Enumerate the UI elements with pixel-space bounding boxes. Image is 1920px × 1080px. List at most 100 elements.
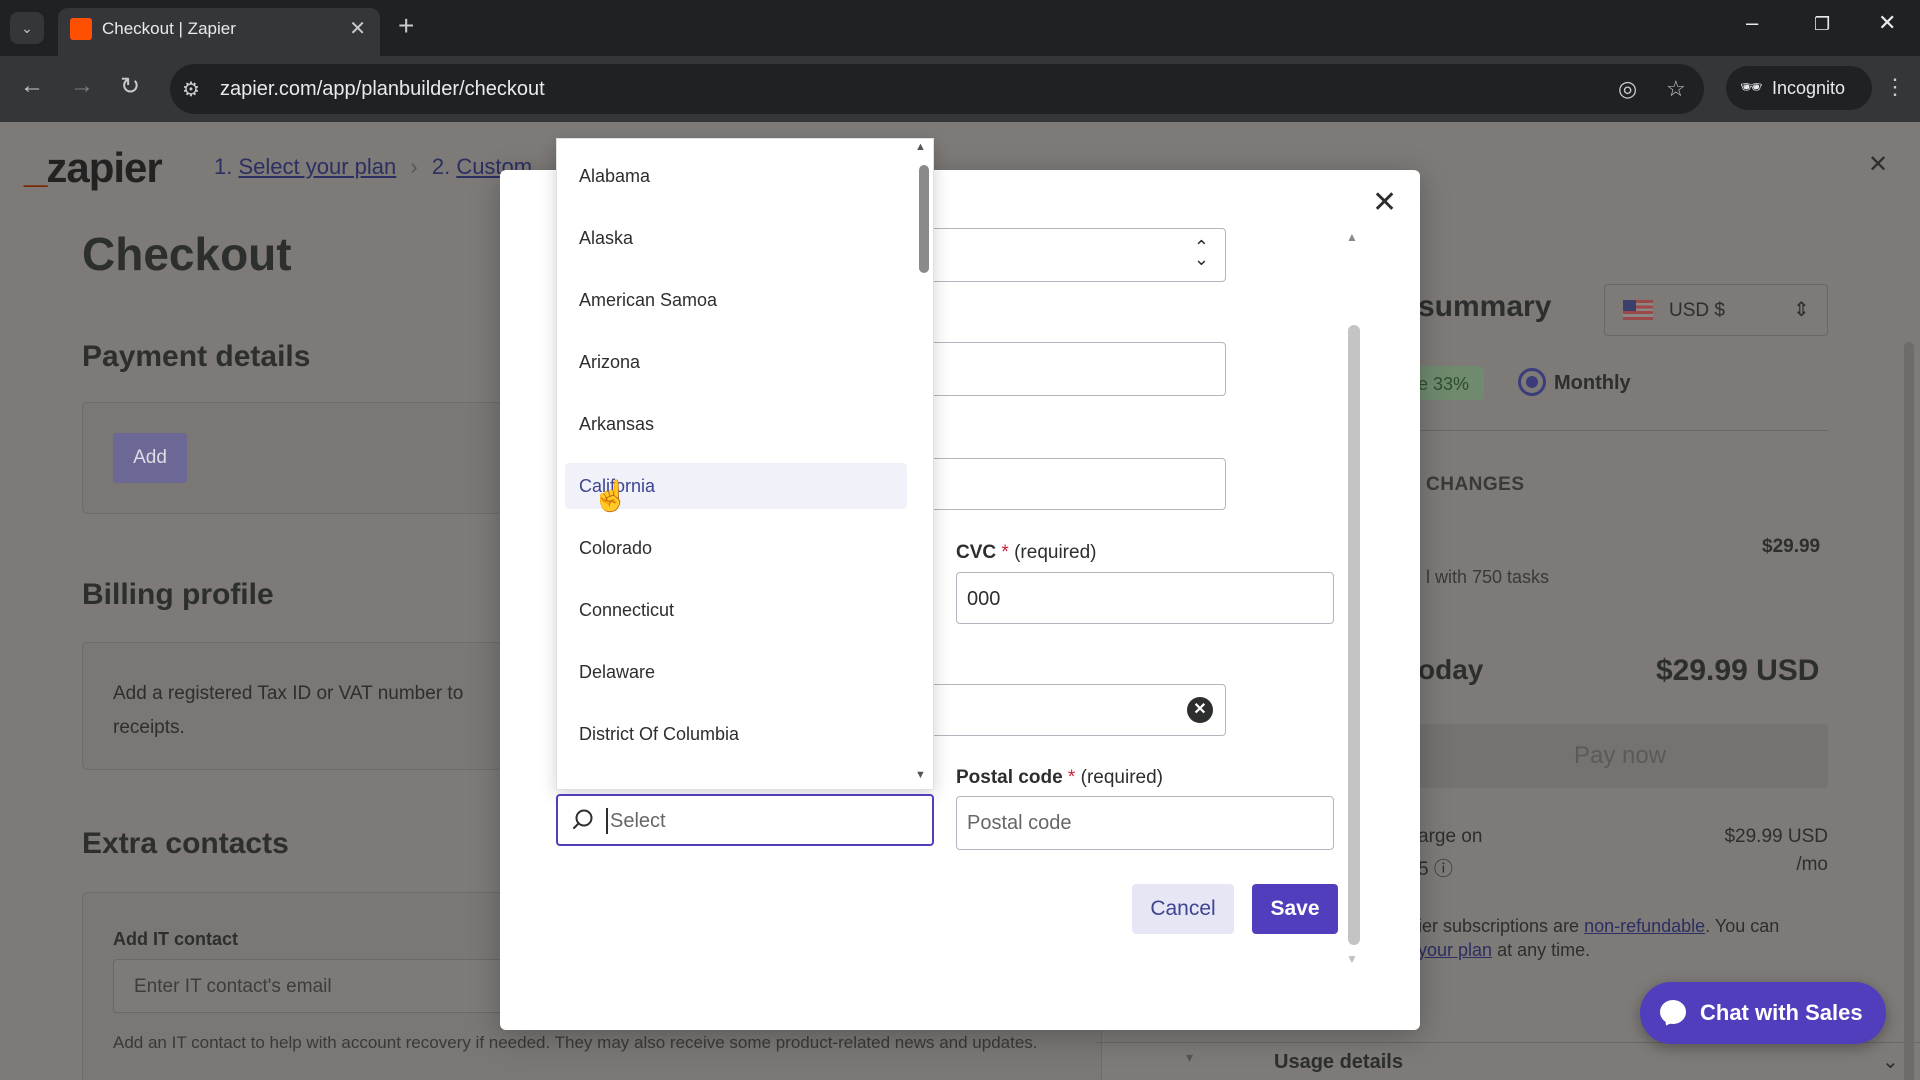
url-text[interactable]: zapier.com/app/planbuilder/checkout [220, 78, 545, 101]
modal-scrollbar[interactable] [1348, 325, 1360, 945]
incognito-label: Incognito [1772, 78, 1846, 98]
chevron-down-icon: ⌄ [1882, 1051, 1899, 1073]
usage-details-label: Usage details [1274, 1051, 1403, 1073]
option-alaska[interactable]: Alaska [565, 215, 907, 261]
option-delaware[interactable]: Delaware [565, 649, 907, 695]
next-charge-label: arge on [1418, 826, 1483, 847]
monthly-radio[interactable] [1518, 368, 1546, 396]
monthly-label[interactable]: Monthly [1554, 372, 1631, 395]
logo-underscore: _ [24, 144, 47, 191]
card-number-input[interactable] [890, 342, 1226, 396]
modal-close-icon[interactable]: ✕ [1372, 188, 1397, 218]
option-district-of-columbia[interactable]: District Of Columbia [565, 711, 907, 757]
due-today-label: oday [1418, 654, 1484, 685]
logo-text: zapier [46, 144, 162, 191]
extra-contacts-title: Extra contacts [82, 827, 289, 860]
page-scrollbar[interactable] [1904, 342, 1914, 1080]
page-close-icon[interactable]: ✕ [1868, 150, 1888, 179]
zapier-favicon-icon [70, 18, 92, 40]
cvc-label: CVC * (required) [956, 542, 1097, 563]
back-icon[interactable]: ← [20, 72, 44, 100]
browser-tab[interactable]: Checkout | Zapier ✕ [58, 8, 380, 56]
savings-badge: e 33% [1412, 366, 1484, 400]
scroll-down-icon[interactable]: ▼ [915, 769, 926, 781]
step-number: 1. [214, 154, 233, 179]
cancel-button[interactable]: Cancel [1132, 884, 1234, 934]
it-contact-email-input[interactable]: Enter IT contact's email [113, 959, 533, 1013]
state-dropdown-list: Alabama Alaska American Samoa Arizona Ar… [556, 138, 934, 790]
zapier-logo[interactable]: _zapier [24, 144, 163, 192]
incognito-badge[interactable]: 🕶 Incognito [1726, 66, 1872, 110]
site-info-icon[interactable]: ⚙ [182, 77, 200, 102]
scroll-down-icon[interactable]: ▼ [1346, 952, 1358, 966]
option-colorado[interactable]: Colorado [565, 525, 907, 571]
chat-bubble-icon [1660, 1000, 1686, 1029]
search-icon [573, 809, 593, 829]
currency-value: USD $ [1669, 300, 1725, 321]
dropdown-scrollbar[interactable] [919, 165, 929, 273]
save-button[interactable]: Save [1252, 884, 1338, 934]
refund-notice: ier subscriptions are non-refundable. Yo… [1418, 916, 1780, 960]
add-payment-button[interactable]: Add [113, 433, 187, 483]
pay-now-button[interactable]: Pay now [1412, 724, 1828, 788]
info-icon[interactable]: ⓘ [1434, 859, 1453, 880]
cvc-input[interactable]: 000 [956, 572, 1334, 624]
reload-icon[interactable]: ↻ [120, 72, 140, 101]
step-select-plan-link[interactable]: Select your plan [238, 154, 396, 179]
due-today-amount: $29.99 USD [1656, 654, 1820, 687]
option-arizona[interactable]: Arizona [565, 339, 907, 385]
address-bar[interactable]: ⚙ zapier.com/app/planbuilder/checkout ◎ … [170, 64, 1704, 114]
restore-icon[interactable]: ❐ [1814, 14, 1830, 35]
browser-tab-bar: ⌄ Checkout | Zapier ✕ + – ❐ ✕ [0, 0, 1920, 56]
chevron-updown-icon: ⌃ ⌄ [1193, 237, 1209, 269]
option-connecticut[interactable]: Connecticut [565, 587, 907, 633]
window-close-icon[interactable]: ✕ [1878, 10, 1896, 36]
state-field[interactable]: ✕ [890, 684, 1226, 736]
change-plan-link[interactable]: your plan [1418, 940, 1492, 960]
search-placeholder: Select [610, 810, 666, 832]
option-arkansas[interactable]: Arkansas [565, 401, 907, 447]
forward-icon[interactable]: → [70, 72, 94, 100]
browser-menu-icon[interactable]: ⋮ [1884, 74, 1906, 100]
country-select[interactable]: ⌃ ⌄ [890, 228, 1226, 282]
chevron-right-icon: › [410, 154, 418, 179]
next-charge-amount: $29.99 USD [1724, 826, 1828, 847]
state-search-input[interactable]: Select [556, 794, 934, 846]
next-charge-period: /mo [1796, 854, 1828, 875]
text-caret [606, 808, 608, 834]
eye-off-icon[interactable]: ◎ [1618, 76, 1637, 102]
plan-detail: l with 750 tasks [1426, 567, 1550, 587]
postal-code-input[interactable]: Postal code [956, 796, 1334, 850]
non-refundable-link[interactable]: non-refundable [1584, 916, 1705, 936]
us-flag-icon [1623, 300, 1653, 320]
usage-details-toggle[interactable]: ▾ Usage details ⌄ [1096, 1042, 1920, 1080]
billing-card: Add a registered Tax ID or VAT number to… [82, 642, 502, 770]
chat-label: Chat with Sales [1700, 1000, 1863, 1025]
billing-profile-title: Billing profile [82, 578, 274, 611]
billing-text: Add a registered Tax ID or VAT number to… [113, 683, 464, 738]
order-summary-title: summary [1418, 290, 1552, 323]
divider [1412, 430, 1828, 431]
minimize-icon[interactable]: – [1746, 10, 1758, 36]
tab-search-button[interactable]: ⌄ [10, 12, 44, 44]
plan-price: $29.99 [1762, 536, 1821, 557]
currency-select[interactable]: USD $ ⇕ [1604, 284, 1828, 336]
option-alabama[interactable]: Alabama [565, 153, 907, 199]
tab-close-icon[interactable]: ✕ [349, 16, 366, 41]
tab-title: Checkout | Zapier [102, 19, 236, 38]
chevron-down-icon: ▾ [1186, 1049, 1194, 1065]
chat-with-sales-button[interactable]: Chat with Sales [1640, 982, 1886, 1044]
it-contact-label: Add IT contact [113, 929, 238, 949]
bookmark-star-icon[interactable]: ☆ [1666, 76, 1686, 102]
clear-icon[interactable]: ✕ [1187, 697, 1213, 723]
next-charge-date: 5 ⓘ [1418, 859, 1453, 880]
breadcrumb: 1. Select your plan › 2. Custom [214, 154, 532, 180]
option-american-samoa[interactable]: American Samoa [565, 277, 907, 323]
expiry-input[interactable] [890, 458, 1226, 510]
scroll-up-icon[interactable]: ▲ [915, 141, 926, 153]
chevron-updown-icon: ⇕ [1793, 299, 1810, 321]
scroll-up-icon[interactable]: ▲ [1346, 230, 1358, 244]
new-tab-icon[interactable]: + [398, 10, 414, 42]
payment-card: Add [82, 402, 502, 514]
hand-cursor-icon: ☝ [592, 480, 630, 513]
